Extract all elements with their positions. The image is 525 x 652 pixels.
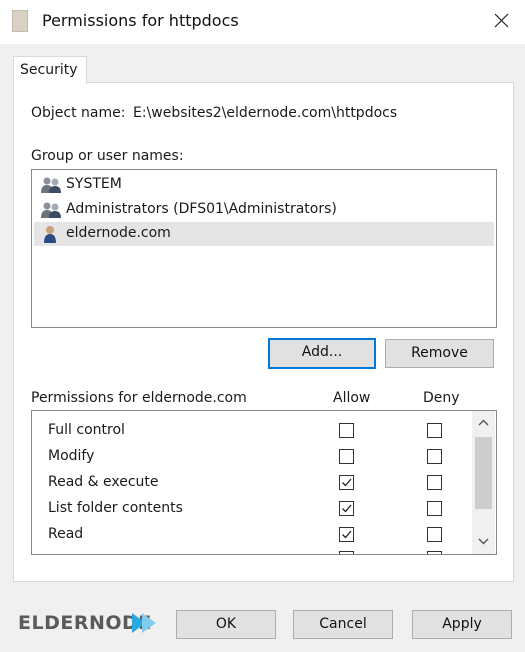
perm-row-list-folder: List folder contents — [32, 497, 472, 523]
allow-checkbox[interactable] — [339, 423, 354, 438]
deny-checkbox[interactable] — [427, 551, 442, 554]
scroll-thumb[interactable] — [475, 437, 492, 509]
folder-icon — [12, 10, 28, 32]
checkmark-icon — [342, 504, 352, 513]
checkmark-icon — [342, 530, 352, 539]
object-name-label: Object name: — [31, 105, 126, 121]
perm-name: Full control — [48, 422, 125, 438]
allow-header: Allow — [333, 390, 371, 406]
deny-checkbox[interactable] — [427, 423, 442, 438]
deny-checkbox[interactable] — [427, 475, 442, 490]
scroll-down-button[interactable] — [472, 532, 495, 552]
perm-name: Read — [48, 526, 84, 542]
window-title: Permissions for httpdocs — [42, 11, 239, 30]
eldernode-logo: ELDERNODE — [18, 606, 158, 642]
allow-checkbox[interactable] — [339, 527, 354, 542]
list-item-administrators[interactable]: Administrators (DFS01\Administrators) — [34, 198, 494, 222]
deny-checkbox[interactable] — [427, 527, 442, 542]
allow-checkbox[interactable] — [339, 475, 354, 490]
perm-row-modify: Modify — [32, 445, 472, 471]
perm-row-read-execute: Read & execute — [32, 471, 472, 497]
perm-name: List folder contents — [48, 500, 183, 516]
remove-button[interactable]: Remove — [385, 339, 494, 368]
list-item-label: eldernode.com — [66, 225, 171, 241]
group-names-label: Group or user names: — [31, 148, 184, 164]
list-item-eldernode[interactable]: eldernode.com — [34, 222, 494, 246]
vertical-scrollbar[interactable] — [472, 411, 495, 554]
checkmark-icon — [342, 478, 352, 487]
deny-checkbox[interactable] — [427, 501, 442, 516]
list-item-label: SYSTEM — [66, 176, 122, 192]
apply-button[interactable]: Apply — [412, 610, 512, 639]
allow-checkbox[interactable] — [339, 551, 354, 554]
deny-header: Deny — [423, 390, 460, 406]
chevron-up-icon — [478, 419, 489, 426]
logo-arrow-icon — [132, 613, 156, 633]
perm-name: Read & execute — [48, 474, 159, 490]
deny-checkbox[interactable] — [427, 449, 442, 464]
allow-checkbox[interactable] — [339, 501, 354, 516]
add-button[interactable]: Add... — [268, 338, 376, 369]
tab-security-label: Security — [20, 62, 78, 78]
perm-name: Modify — [48, 448, 95, 464]
list-item-label: Administrators (DFS01\Administrators) — [66, 201, 337, 217]
object-name-value: E:\websites2\eldernode.com\httpdocs — [133, 105, 398, 121]
user-icon — [44, 226, 56, 243]
list-item-system[interactable]: SYSTEM — [34, 173, 494, 197]
permissions-label: Permissions for eldernode.com — [31, 390, 247, 406]
ok-button[interactable]: OK — [176, 610, 276, 639]
close-button[interactable] — [484, 4, 518, 38]
perm-row-read: Read — [32, 523, 472, 549]
tab-security[interactable]: Security — [13, 56, 87, 84]
group-icon — [41, 202, 61, 218]
cancel-button[interactable]: Cancel — [293, 610, 393, 639]
allow-checkbox[interactable] — [339, 449, 354, 464]
perm-row-full-control: Full control — [32, 419, 472, 445]
close-icon — [494, 13, 509, 28]
chevron-down-icon — [478, 538, 489, 545]
group-user-list[interactable]: SYSTEM Administrators (DFS01\Administrat… — [31, 169, 497, 328]
title-bar: Permissions for httpdocs — [0, 0, 525, 44]
scroll-up-button[interactable] — [472, 413, 495, 433]
group-icon — [41, 177, 61, 193]
permissions-list: Full control Modify Read & execute List … — [31, 410, 497, 555]
